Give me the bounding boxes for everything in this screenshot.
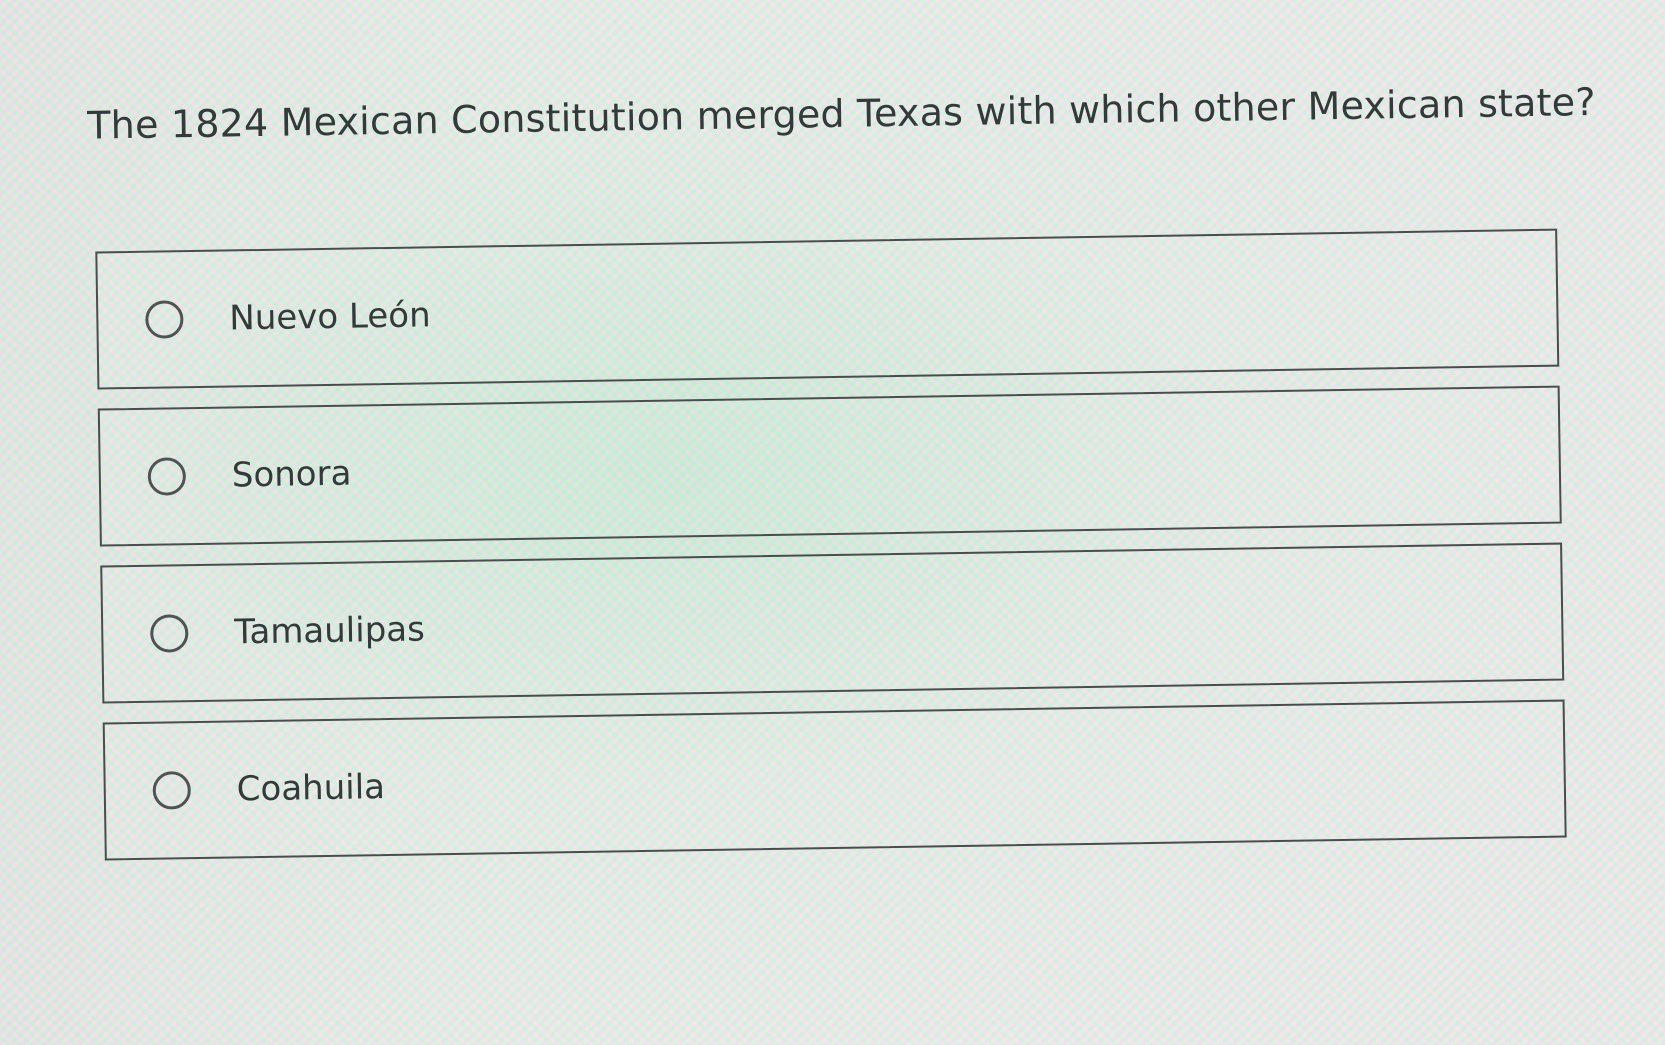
answer-option-tamaulipas[interactable]: Tamaulipas: [100, 542, 1565, 704]
quiz-content: The 1824 Mexican Constitution merged Tex…: [0, 0, 1665, 1045]
answer-option-nuevo-leon[interactable]: Nuevo León: [95, 228, 1560, 390]
screen-background: The 1824 Mexican Constitution merged Tex…: [0, 0, 1665, 1045]
radio-unselected-icon[interactable]: [152, 771, 192, 810]
radio-unselected-icon[interactable]: [150, 614, 189, 653]
answer-option-coahuila[interactable]: Coahuila: [102, 699, 1567, 861]
question-text: The 1824 Mexican Constitution merged Tex…: [86, 79, 1596, 148]
answer-option-label: Nuevo León: [229, 295, 431, 339]
answer-options: Nuevo León Sonora Tamaulipas Coahuila: [95, 228, 1567, 880]
answer-option-sonora[interactable]: Sonora: [97, 385, 1562, 547]
answer-option-label: Coahuila: [236, 767, 386, 810]
radio-unselected-icon[interactable]: [145, 300, 184, 339]
answer-option-label: Sonora: [231, 453, 352, 496]
radio-unselected-icon[interactable]: [147, 457, 187, 496]
answer-option-label: Tamaulipas: [233, 609, 426, 653]
